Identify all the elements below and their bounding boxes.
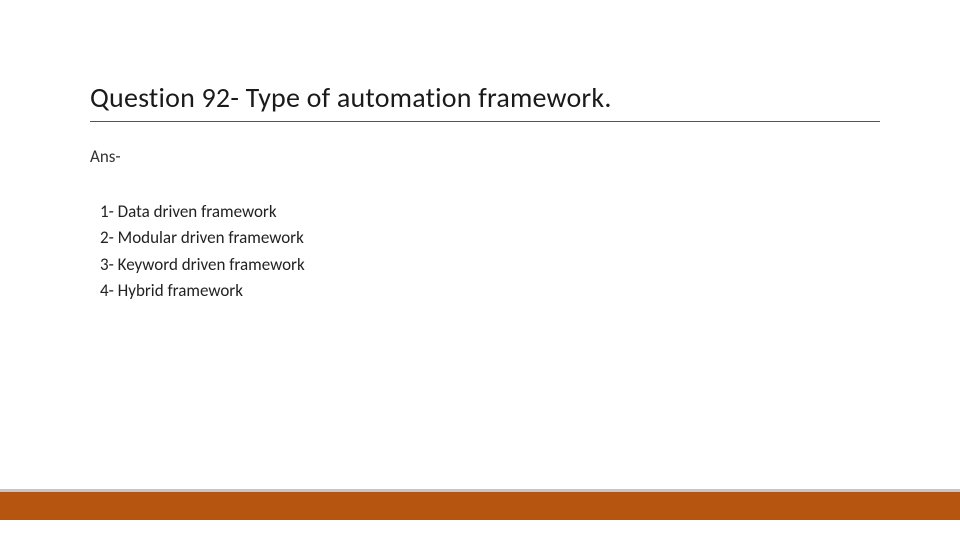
list-item: 4- Hybrid framework	[100, 278, 880, 304]
answer-label: Ans-	[90, 146, 880, 167]
slide-content: Question 92- Type of automation framewor…	[90, 80, 880, 304]
slide: Question 92- Type of automation framewor…	[0, 0, 960, 540]
accent-bar	[0, 489, 960, 520]
slide-title: Question 92- Type of automation framewor…	[90, 80, 880, 122]
list-item: 1- Data driven framework	[100, 199, 880, 225]
list-item: 3- Keyword driven framework	[100, 252, 880, 278]
list-item: 2- Modular driven framework	[100, 225, 880, 251]
answer-list: 1- Data driven framework 2- Modular driv…	[90, 199, 880, 304]
